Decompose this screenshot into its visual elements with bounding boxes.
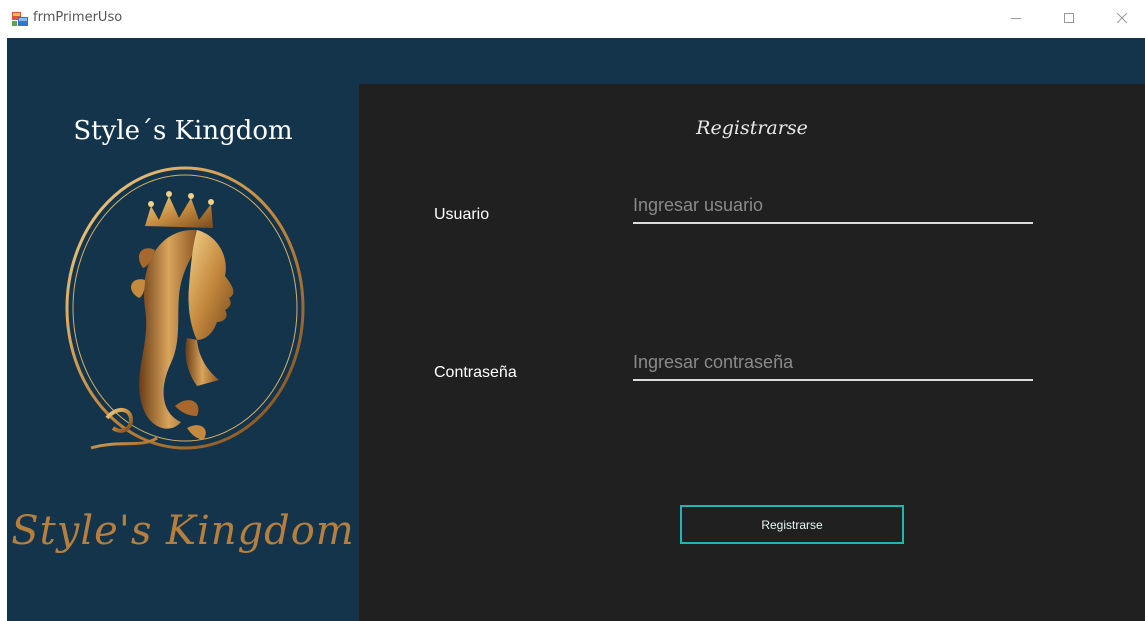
- brand-script-name: Style's Kingdom: [11, 508, 355, 554]
- register-button[interactable]: Registrarse: [680, 505, 904, 544]
- password-input[interactable]: [633, 347, 1033, 377]
- register-panel: Registrarse Usuario Contraseña Registrar…: [359, 84, 1145, 621]
- app-icon: [12, 11, 28, 27]
- form-title: Registrarse: [696, 117, 808, 139]
- queen-silhouette-crown-logo-icon: [47, 158, 319, 468]
- maximize-icon: [1063, 12, 1075, 24]
- username-label: Usuario: [434, 206, 490, 223]
- window-title: frmPrimerUso: [33, 10, 123, 25]
- minimize-button[interactable]: [993, 0, 1039, 36]
- brand-title: Style´s Kingdom: [73, 116, 293, 146]
- password-label: Contraseña: [434, 364, 517, 381]
- username-input[interactable]: [633, 190, 1033, 220]
- brand-panel: Style´s Kingdom Style's Kingdom: [7, 83, 359, 621]
- password-field: [633, 347, 1033, 381]
- window-titlebar: frmPrimerUso: [0, 0, 1145, 38]
- minimize-icon: [1010, 12, 1022, 24]
- close-icon: [1116, 12, 1128, 24]
- username-field: [633, 190, 1033, 224]
- maximize-button[interactable]: [1046, 0, 1092, 36]
- form-client-area: Style´s Kingdom Style's Kingdom Registra…: [7, 38, 1145, 621]
- close-button[interactable]: [1099, 0, 1145, 36]
